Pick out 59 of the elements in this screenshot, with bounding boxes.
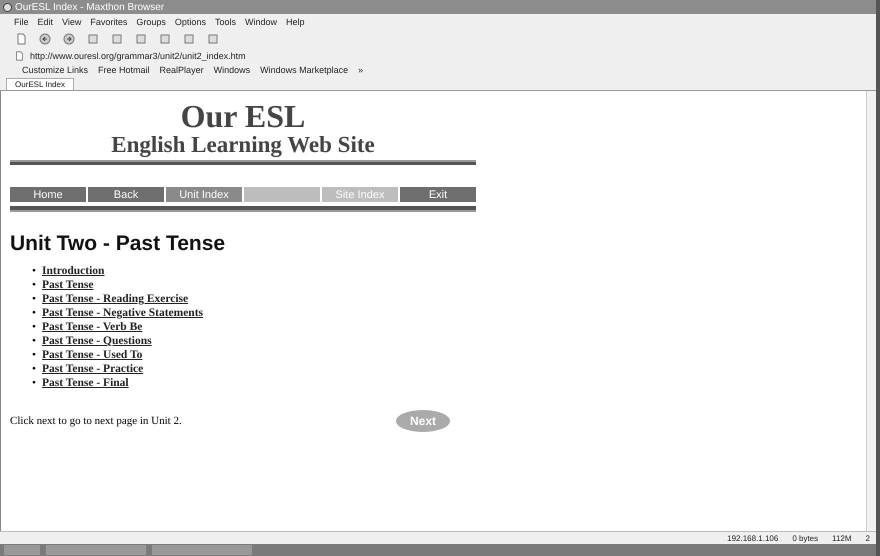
lesson-link[interactable]: Past Tense - Final: [42, 376, 129, 390]
browser-icon: [3, 2, 12, 12]
bullet: •: [32, 348, 36, 362]
bullet: •: [32, 306, 36, 320]
bullet: •: [32, 376, 36, 390]
lesson-link[interactable]: Past Tense - Questions: [42, 334, 152, 348]
status-text: 2: [866, 534, 870, 542]
link-button[interactable]: Customize Links: [22, 64, 88, 74]
menu-item[interactable]: Favorites: [90, 16, 128, 26]
footer-text: Click next to go to next page in Unit 2.: [10, 415, 182, 427]
lesson-link[interactable]: Past Tense: [42, 278, 94, 292]
toolbar-icon[interactable]: [206, 33, 220, 45]
lesson-link[interactable]: Past Tense - Reading Exercise: [42, 292, 188, 306]
nav-button[interactable]: Home: [10, 187, 86, 202]
page-icon[interactable]: [14, 50, 24, 62]
toolbar-icon[interactable]: [86, 33, 100, 45]
address-field[interactable]: http://www.ouresl.org/grammar3/unit2/unit2_index.htm: [30, 50, 246, 60]
menu-item[interactable]: View: [62, 16, 82, 26]
lesson-link[interactable]: Past Tense - Practice: [42, 362, 144, 376]
link-button[interactable]: RealPlayer: [160, 64, 204, 74]
lesson-link[interactable]: Past Tense - Verb Be: [42, 320, 142, 334]
lesson-link[interactable]: Introduction: [42, 264, 104, 278]
bullet: •: [32, 292, 36, 306]
start-button[interactable]: [4, 545, 40, 555]
bullet: •: [32, 362, 36, 376]
toolbar-icon[interactable]: [110, 33, 124, 45]
site-subtitle: English Learning Web Site: [111, 133, 375, 157]
menu-item[interactable]: Tools: [214, 16, 236, 26]
toolbar-icon[interactable]: [158, 33, 172, 45]
link-button[interactable]: Free Hotmail: [98, 64, 150, 74]
back-icon[interactable]: [38, 33, 52, 45]
more-links-button[interactable]: »: [358, 64, 364, 74]
nav-button[interactable]: Exit: [400, 187, 476, 202]
site-title: Our ESL: [180, 99, 306, 133]
status-text: 112M: [832, 534, 852, 542]
menu-item[interactable]: Edit: [38, 16, 54, 26]
bullet: •: [32, 320, 36, 334]
browser-tab[interactable]: OurESL Index: [6, 78, 74, 90]
page-heading: Unit Two - Past Tense: [10, 232, 226, 256]
menu-item[interactable]: Window: [244, 16, 277, 26]
menu-item[interactable]: Help: [286, 16, 304, 26]
window-title: OurESL Index - Maxthon Browser: [15, 2, 164, 12]
forward-icon[interactable]: [62, 33, 76, 45]
nav-button[interactable]: Back: [88, 187, 164, 202]
scrollbar[interactable]: [866, 91, 876, 531]
lesson-link[interactable]: Past Tense - Negative Statements: [42, 306, 204, 320]
status-text: 192.168.1.106: [727, 534, 778, 542]
link-button[interactable]: Windows Marketplace: [260, 64, 348, 74]
toolbar-icon[interactable]: [182, 33, 196, 45]
bullet: •: [32, 264, 36, 278]
menu-item[interactable]: File: [14, 16, 29, 26]
menu-item[interactable]: Groups: [136, 16, 166, 26]
toolbar-icon[interactable]: [134, 33, 148, 45]
menu-item[interactable]: Options: [174, 16, 206, 26]
link-button[interactable]: Windows: [214, 64, 250, 74]
lesson-link[interactable]: Past Tense - Used To: [42, 348, 142, 362]
bullet: •: [32, 334, 36, 348]
bullet: •: [32, 278, 36, 292]
status-text: 0 bytes: [792, 534, 818, 542]
